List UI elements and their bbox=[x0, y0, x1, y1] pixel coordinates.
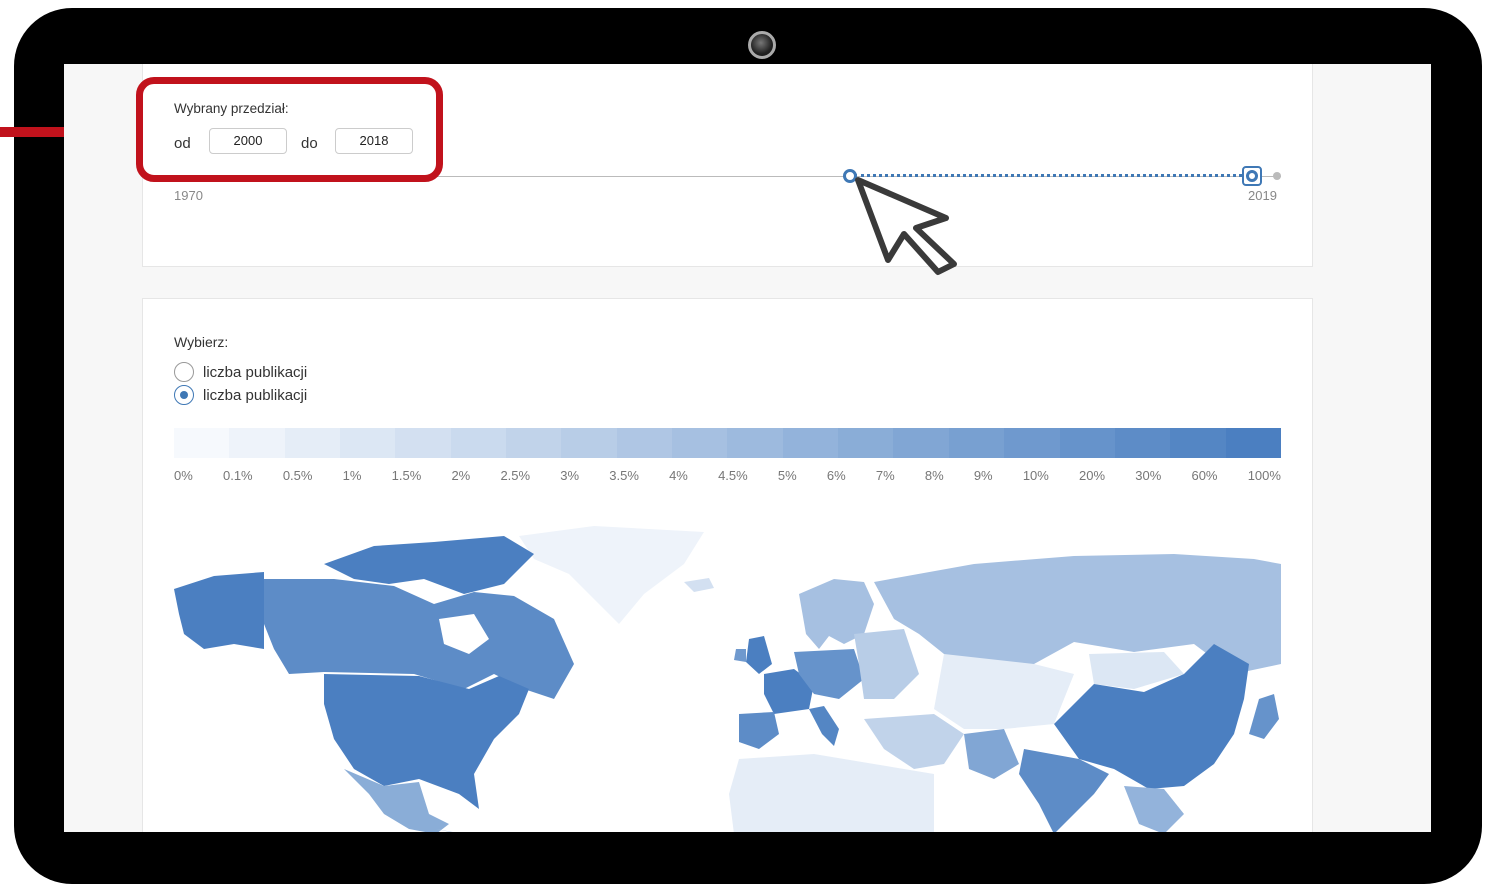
mouse-cursor-icon bbox=[855, 177, 957, 275]
color-scale-swatch bbox=[395, 428, 451, 458]
color-scale-label: 9% bbox=[973, 468, 993, 483]
color-scale-swatch bbox=[782, 428, 839, 458]
color-scale-swatch bbox=[838, 428, 894, 458]
map-central-asia bbox=[934, 654, 1074, 729]
color-scale-label: 100% bbox=[1247, 468, 1281, 483]
choose-title: Wybierz: bbox=[174, 334, 229, 350]
radio-label-1: liczba publikacji bbox=[203, 363, 308, 381]
color-scale-swatch bbox=[893, 428, 949, 458]
slider-min-label: 1970 bbox=[174, 188, 203, 203]
map-japan bbox=[1249, 694, 1279, 739]
color-scale-label: 30% bbox=[1135, 468, 1162, 483]
color-scale-swatch bbox=[284, 428, 341, 458]
world-map[interactable] bbox=[174, 524, 1281, 832]
color-scale-label: 60% bbox=[1191, 468, 1218, 483]
color-scale-label: 0% bbox=[174, 468, 193, 483]
color-scale-swatch bbox=[948, 428, 1005, 458]
color-scale-swatch bbox=[1059, 428, 1115, 458]
app-screen: Wybrany przedział: od 2000 do 2018 1970 … bbox=[64, 64, 1431, 832]
color-scale-swatch bbox=[450, 428, 507, 458]
color-scale-label: 3% bbox=[560, 468, 580, 483]
map-ireland bbox=[734, 649, 746, 662]
map-iberia bbox=[739, 712, 779, 749]
color-scale-swatch bbox=[616, 428, 673, 458]
annotation-highlight-box bbox=[136, 77, 443, 182]
radio-label-2: liczba publikacji bbox=[203, 386, 308, 404]
color-scale-swatch bbox=[727, 428, 783, 458]
color-scale-label: 8% bbox=[924, 468, 944, 483]
color-scale-swatch bbox=[672, 428, 728, 458]
map-middle-east bbox=[864, 714, 964, 769]
color-scale-label: 1.5% bbox=[391, 468, 422, 483]
color-scale-swatch bbox=[229, 428, 285, 458]
color-scale-label: 1% bbox=[342, 468, 362, 483]
color-scale-label: 6% bbox=[826, 468, 846, 483]
color-scale-swatch bbox=[1225, 428, 1281, 458]
color-scale-label: 0.1% bbox=[222, 468, 253, 483]
color-scale-labels: 0% 0.1% 0.5% 1% 1.5% 2% 2.5% 3% 3.5% 4% 4.5% 5% 6% 7%… bbox=[174, 468, 1281, 488]
map-iceland bbox=[684, 578, 714, 592]
color-scale-label: 3.5% bbox=[609, 468, 639, 483]
map-alaska bbox=[174, 572, 264, 649]
radio-option-2[interactable]: liczba publikacji bbox=[174, 384, 307, 406]
color-scale-label: 4.5% bbox=[718, 468, 748, 483]
slider-max-label: 2019 bbox=[1248, 188, 1277, 203]
color-scale-swatch bbox=[174, 428, 230, 458]
map-iran bbox=[964, 729, 1019, 779]
color-scale-label: 4% bbox=[669, 468, 688, 483]
color-scale-label: 7% bbox=[875, 468, 895, 483]
color-scale-swatch bbox=[1170, 428, 1226, 458]
slider-end-dot bbox=[1273, 172, 1281, 180]
color-scale-label: 20% bbox=[1079, 468, 1106, 483]
color-scale-swatch bbox=[1114, 428, 1171, 458]
color-scale-swatch bbox=[506, 428, 562, 458]
map-usa bbox=[324, 674, 529, 809]
camera-icon bbox=[748, 31, 776, 59]
color-scale-swatch bbox=[340, 428, 396, 458]
map-southeast-asia bbox=[1124, 786, 1184, 832]
radio-button-2[interactable] bbox=[174, 385, 194, 405]
color-scale-label: 10% bbox=[1022, 468, 1049, 483]
color-scale-label: 5% bbox=[777, 468, 797, 483]
color-scale-label: 0.5% bbox=[282, 468, 313, 483]
map-uk bbox=[746, 636, 772, 674]
color-scale-swatch bbox=[1004, 428, 1060, 458]
color-scale-label: 2% bbox=[451, 468, 471, 483]
radio-button-1[interactable] bbox=[174, 362, 194, 382]
radio-option-1[interactable]: liczba publikacji bbox=[174, 361, 307, 383]
map-eastern-europe bbox=[854, 629, 919, 699]
map-greenland bbox=[519, 526, 704, 624]
map-italy bbox=[809, 706, 839, 746]
color-scale-legend bbox=[174, 428, 1281, 458]
slider-handle-to[interactable] bbox=[1246, 170, 1258, 182]
color-scale-swatch bbox=[561, 428, 617, 458]
color-scale-label: 2.5% bbox=[500, 468, 531, 483]
map-north-africa bbox=[729, 754, 934, 832]
